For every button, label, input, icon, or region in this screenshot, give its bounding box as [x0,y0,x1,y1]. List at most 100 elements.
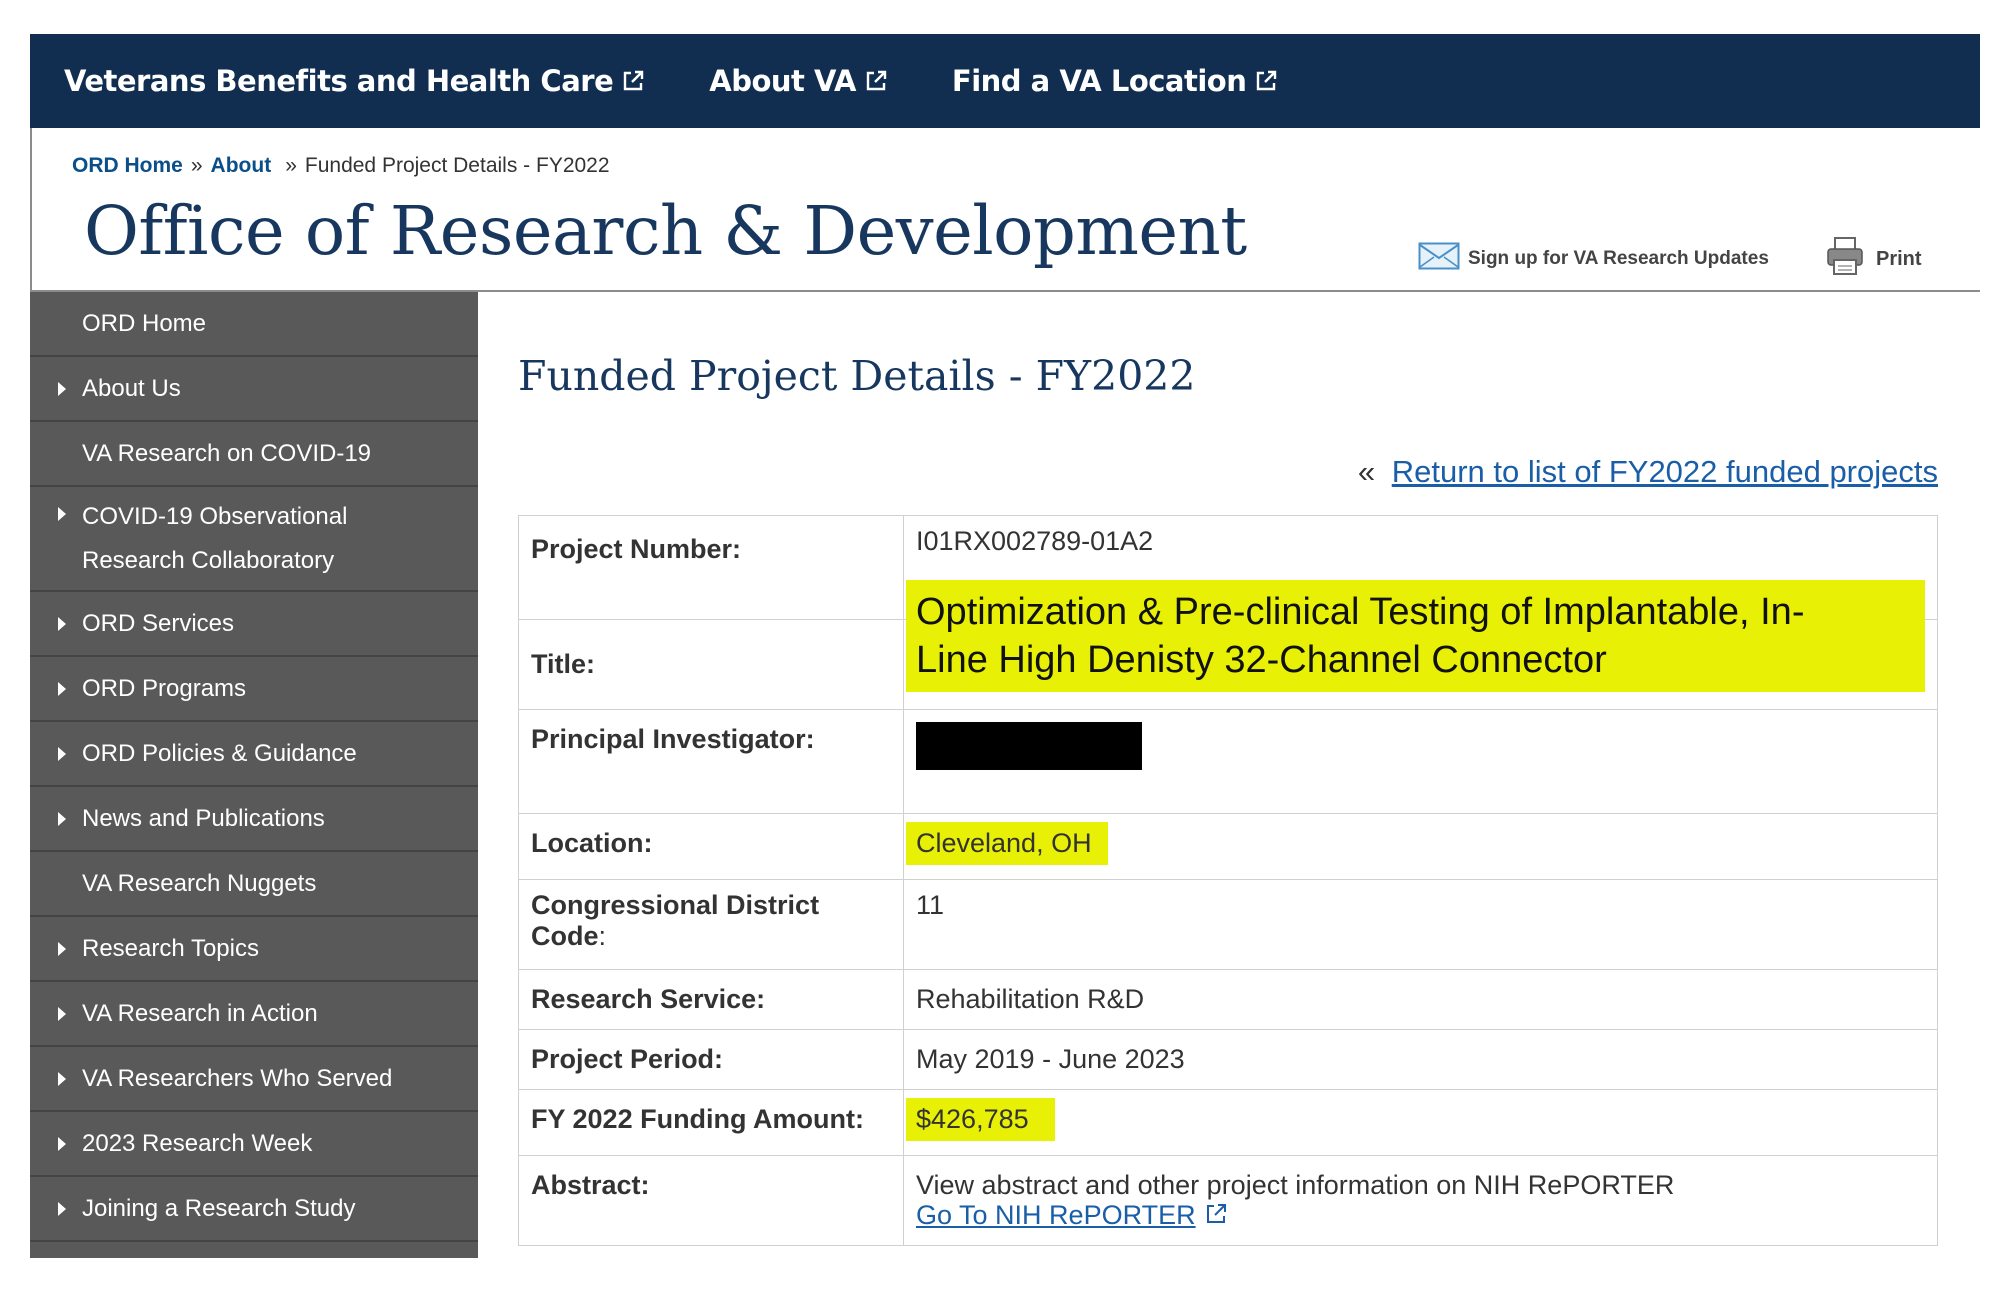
nav-veterans-benefits-link[interactable]: Veterans Benefits and Health Care [64,64,645,98]
return-link-row: « Return to list of FY2022 funded projec… [1358,454,1938,490]
district-value: 11 [903,879,1938,970]
breadcrumb-ord-home-link[interactable]: ORD Home [72,154,183,178]
caret-right-icon [58,746,66,761]
sidebar-item-label: Joining a Research Study [82,1194,356,1222]
caret-right-icon [58,507,66,521]
sidebar-item-label: ORD Policies & Guidance [82,739,357,767]
caret-right-icon [58,1006,66,1021]
sidebar-item-research-week[interactable]: 2023 Research Week [30,1112,478,1175]
sidebar-item-label: COVID-19 Observational Research Collabor… [82,502,348,574]
external-link-icon [621,69,645,93]
breadcrumb-about-link[interactable]: About [211,154,272,178]
sidebar-item-label: ORD Programs [82,674,247,702]
signup-link[interactable]: Sign up for VA Research Updates [1418,242,1769,276]
sidebar-item-label: VA Research Nuggets [82,869,317,897]
site-title: Office of Research & Development [84,192,1247,270]
table-row: Abstract: View abstract and other projec… [518,1155,1938,1246]
project-number-label: Project Number: [518,515,904,620]
caret-right-icon [58,681,66,696]
nih-reporter-link-row: Go To NIH RePORTER [916,1200,1925,1230]
sidebar-item-research-in-action[interactable]: VA Research in Action [30,982,478,1045]
sidebar-item-label: About Us [82,374,181,402]
sidebar-item-researchers-who-served[interactable]: VA Researchers Who Served [30,1047,478,1110]
table-row: Location: Cleveland, OH [518,813,1938,880]
project-period-value: May 2019 - June 2023 [903,1029,1938,1090]
location-label: Location: [518,813,904,880]
table-row: Congressional District Code: 11 [518,879,1938,970]
return-quote: « [1357,454,1376,489]
nav-find-va-location-label: Find a VA Location [951,64,1247,98]
external-link-icon [864,69,888,93]
sidebar-item-joining-research-study[interactable]: Joining a Research Study [30,1177,478,1240]
sidebar-item-label: News and Publications [82,804,325,832]
caret-right-icon [58,941,66,956]
sidebar-item-label: VA Researchers Who Served [82,1064,393,1092]
sidebar-item-news-publications[interactable]: News and Publications [30,787,478,850]
table-row: Project Period: May 2019 - June 2023 [518,1029,1938,1090]
breadcrumb-current: Funded Project Details - FY2022 [304,154,610,177]
breadcrumb-separator: » [285,154,297,177]
sidebar-item-label: ORD Services [82,609,235,637]
return-to-list-link[interactable]: Return to list of FY2022 funded projects [1392,454,1938,489]
table-row: FY 2022 Funding Amount: $426,785 [518,1089,1938,1156]
sidebar-item-label: Research Topics [82,934,259,962]
sidebar-item-ord-policies[interactable]: ORD Policies & Guidance [30,722,478,785]
caret-right-icon [58,811,66,826]
abstract-text: View abstract and other project informat… [916,1170,1675,1200]
breadcrumb: ORD Home » About » Funded Project Detail… [72,154,610,178]
table-row: Title: Optimization & Pre-clinical Testi… [518,580,1938,710]
sidebar-item-partial [30,1242,478,1258]
pi-label: Principal Investigator: [518,709,904,814]
sidebar-item-covid-collaboratory[interactable]: COVID-19 Observational Research Collabor… [30,487,478,590]
external-link-icon [1254,69,1278,93]
print-label: Print [1876,247,1922,270]
nav-find-va-location-link[interactable]: Find a VA Location [952,64,1278,98]
breadcrumb-separator: » [190,154,203,177]
nav-about-va-link[interactable]: About VA [709,64,888,98]
caret-right-icon [58,616,66,631]
nav-veterans-benefits-label: Veterans Benefits and Health Care [64,64,614,98]
printer-icon [1826,236,1864,282]
nav-about-va-label: About VA [709,64,856,98]
sidebar-item-ord-programs[interactable]: ORD Programs [30,657,478,720]
research-service-label: Research Service: [518,969,904,1030]
funding-amount-value: $426,785 [906,1098,1055,1141]
title-label: Title: [518,619,904,710]
project-details-table: Project Number: I01RX002789-01A2 Title: … [518,515,1938,1246]
sidebar-item-research-topics[interactable]: Research Topics [30,917,478,980]
sidebar-item-label: 2023 Research Week [82,1129,313,1157]
title-value: Optimization & Pre-clinical Testing of I… [906,580,1925,692]
sidebar-item-ord-services[interactable]: ORD Services [30,592,478,655]
table-row: Principal Investigator: [518,709,1938,814]
redacted-name [916,722,1142,770]
sidebar-item-label: VA Research on COVID-19 [82,439,372,467]
caret-right-icon [58,1201,66,1216]
district-label: Congressional District Code: [518,879,904,970]
abstract-label: Abstract: [518,1155,904,1246]
header-left-border [30,128,32,292]
table-row: Research Service: Rehabilitation R&D [518,969,1938,1030]
sidebar-item-va-research-covid[interactable]: VA Research on COVID-19 [30,422,478,485]
sidebar-item-label: VA Research in Action [82,999,318,1027]
page-heading: Funded Project Details - FY2022 [518,352,1196,400]
nih-reporter-link[interactable]: Go To NIH RePORTER [916,1200,1196,1230]
sidebar-item-about-us[interactable]: About Us [30,357,478,420]
sidebar-item-label: ORD Home [82,309,207,337]
caret-right-icon [58,1071,66,1086]
district-label-colon: : [598,921,607,951]
caret-right-icon [58,381,66,396]
envelope-icon [1418,242,1460,276]
top-navigation-bar: Veterans Benefits and Health Care About … [30,34,1980,128]
project-period-label: Project Period: [518,1029,904,1090]
print-button[interactable]: Print [1826,236,1922,282]
location-value: Cleveland, OH [906,822,1108,865]
signup-label: Sign up for VA Research Updates [1468,248,1769,269]
sidebar: ORD Home About Us VA Research on COVID-1… [30,292,478,1258]
research-service-value: Rehabilitation R&D [903,969,1938,1030]
district-label-text: Congressional District Code [531,890,820,951]
external-link-icon [1203,1200,1229,1230]
funding-amount-label: FY 2022 Funding Amount: [518,1089,904,1156]
caret-right-icon [58,1136,66,1151]
sidebar-item-ord-home[interactable]: ORD Home [30,292,478,355]
sidebar-item-research-nuggets[interactable]: VA Research Nuggets [30,852,478,915]
